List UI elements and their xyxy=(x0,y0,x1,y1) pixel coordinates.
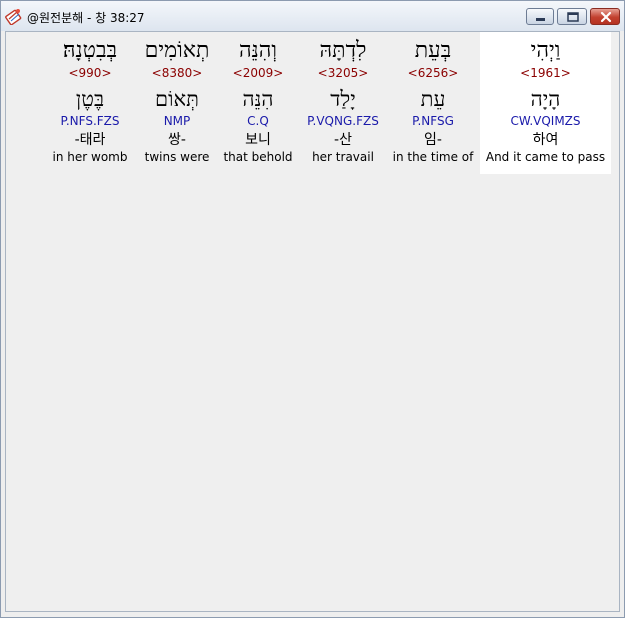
korean-gloss: -태라 xyxy=(74,132,106,148)
english-gloss: that behold xyxy=(223,150,293,164)
bible-app-icon[interactable] xyxy=(5,7,23,25)
korean-gloss: -산 xyxy=(334,132,352,148)
english-gloss: in the time of xyxy=(392,150,474,164)
strong-number: <8380> xyxy=(151,66,203,80)
english-gloss: twins were xyxy=(144,150,210,164)
hebrew-lemma: בֶּטֶן xyxy=(75,87,105,111)
strong-number: <6256> xyxy=(407,66,459,80)
parse-code: NMP xyxy=(163,114,191,128)
interlinear-panel[interactable]: בְּבִטְנָהּ׃ <990> בֶּטֶן P.NFS.FZS -태라 … xyxy=(5,31,620,612)
hebrew-word: לִדְתָּהּ xyxy=(319,38,367,63)
strong-number: <1961> xyxy=(520,66,571,80)
maximize-button[interactable] xyxy=(557,8,587,25)
strong-number: <3205> xyxy=(317,66,369,80)
hebrew-lemma: תְּאוֹם xyxy=(155,87,199,111)
hebrew-word: בְּעֵת xyxy=(414,38,452,63)
english-gloss: And it came to pass xyxy=(485,150,606,164)
hebrew-lemma: יָלַד xyxy=(330,87,356,111)
hebrew-lemma: הָיָה xyxy=(530,87,561,111)
hebrew-word: וְהִנֵּה xyxy=(238,38,278,63)
close-button[interactable] xyxy=(590,8,620,25)
minimize-button[interactable] xyxy=(526,8,554,25)
word-column[interactable]: וְהִנֵּה <2009> הִנֵּה C.Q 보니 that behol… xyxy=(220,32,296,174)
word-column[interactable]: וַיְהִי <1961> הָיָה CW.VQIMZS 하여 And it… xyxy=(480,32,611,174)
hebrew-lemma: עֵת xyxy=(420,87,446,111)
parse-code: P.VQNG.FZS xyxy=(307,114,379,128)
close-icon xyxy=(600,11,612,23)
parse-code: C.Q xyxy=(247,114,269,128)
english-gloss: her travail xyxy=(312,150,374,164)
word-column[interactable]: בְּעֵת <6256> עֵת P.NFSG 임- in the time … xyxy=(392,32,474,174)
korean-gloss: 하여 xyxy=(532,132,559,148)
minimize-icon xyxy=(536,18,545,21)
app-window: @원전분해 - 창 38:27 בְּבִטְנָהּ׃ <990> בֶּטֶ… xyxy=(0,0,625,618)
hebrew-lemma: הִנֵּה xyxy=(242,87,274,111)
parse-code: P.NFSG xyxy=(412,114,454,128)
hebrew-word: בְּבִטְנָהּ׃ xyxy=(62,38,118,63)
word-column[interactable]: בְּבִטְנָהּ׃ <990> בֶּטֶן P.NFS.FZS -태라 … xyxy=(52,32,128,174)
word-row: בְּבִטְנָהּ׃ <990> בֶּטֶן P.NFS.FZS -태라 … xyxy=(6,32,621,182)
english-gloss: in her womb xyxy=(52,150,128,164)
strong-number: <2009> xyxy=(232,66,284,80)
parse-code: CW.VQIMZS xyxy=(510,114,581,128)
window-title: @원전분해 - 창 38:27 xyxy=(27,11,145,25)
korean-gloss: 보니 xyxy=(245,132,271,148)
parse-code: P.NFS.FZS xyxy=(60,114,120,128)
hebrew-word: תְאוֹמִים xyxy=(144,38,210,63)
hebrew-word: וַיְהִי xyxy=(530,38,561,63)
korean-gloss: 쌍- xyxy=(168,132,186,148)
strong-number: <990> xyxy=(68,66,112,80)
word-column[interactable]: לִדְתָּהּ <3205> יָלַד P.VQNG.FZS -산 her… xyxy=(300,32,386,174)
word-column[interactable]: תְאוֹמִים <8380> תְּאוֹם NMP 쌍- twins we… xyxy=(136,32,218,174)
maximize-icon xyxy=(567,12,579,22)
title-bar[interactable]: @원전분해 - 창 38:27 xyxy=(1,1,624,31)
korean-gloss: 임- xyxy=(424,132,442,148)
